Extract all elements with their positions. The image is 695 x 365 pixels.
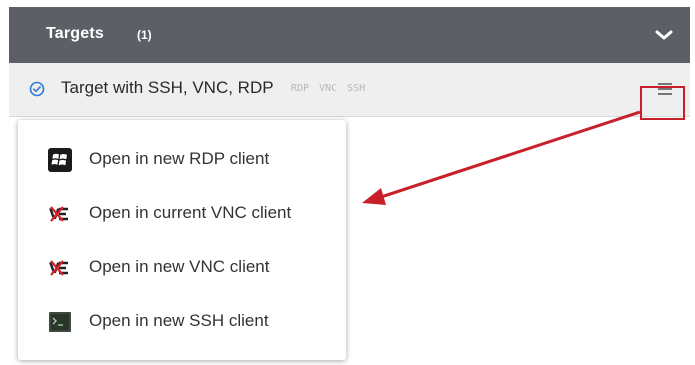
target-name: Target with SSH, VNC, RDP bbox=[61, 78, 274, 97]
menu-item-label: Open in current VNC client bbox=[89, 203, 292, 222]
vnc-icon: V bbox=[49, 206, 68, 223]
menu-item-open-new-vnc[interactable]: V Open in new VNC client bbox=[18, 241, 346, 295]
protocol-tag-ssh: SSH bbox=[347, 83, 366, 94]
check-circle-icon bbox=[29, 81, 45, 97]
vnc-icon: V bbox=[49, 260, 68, 277]
target-row[interactable]: Target with SSH, VNC, RDP RDP VNC SSH bbox=[9, 63, 690, 117]
menu-item-label: Open in new SSH client bbox=[89, 311, 269, 330]
menu-item-open-current-vnc[interactable]: V Open in current VNC client bbox=[18, 187, 346, 241]
header-count: (1) bbox=[137, 28, 152, 42]
target-actions-menu: Open in new RDP client V Open in current… bbox=[18, 120, 346, 360]
windows-rdp-icon bbox=[48, 148, 72, 172]
terminal-icon bbox=[49, 312, 71, 332]
menu-item-open-new-ssh[interactable]: Open in new SSH client bbox=[18, 295, 346, 349]
protocol-tag-rdp: RDP bbox=[291, 83, 310, 94]
hamburger-menu-icon[interactable] bbox=[654, 78, 676, 100]
targets-header[interactable]: Targets (1) bbox=[9, 7, 690, 63]
protocol-tag-vnc: VNC bbox=[319, 83, 338, 94]
chevron-down-icon[interactable] bbox=[650, 21, 678, 49]
menu-item-open-new-rdp[interactable]: Open in new RDP client bbox=[18, 133, 346, 187]
menu-item-label: Open in new RDP client bbox=[89, 149, 270, 168]
header-title: Targets bbox=[46, 25, 105, 42]
protocol-tags: RDP VNC SSH bbox=[291, 83, 365, 94]
menu-item-label: Open in new VNC client bbox=[89, 257, 270, 276]
